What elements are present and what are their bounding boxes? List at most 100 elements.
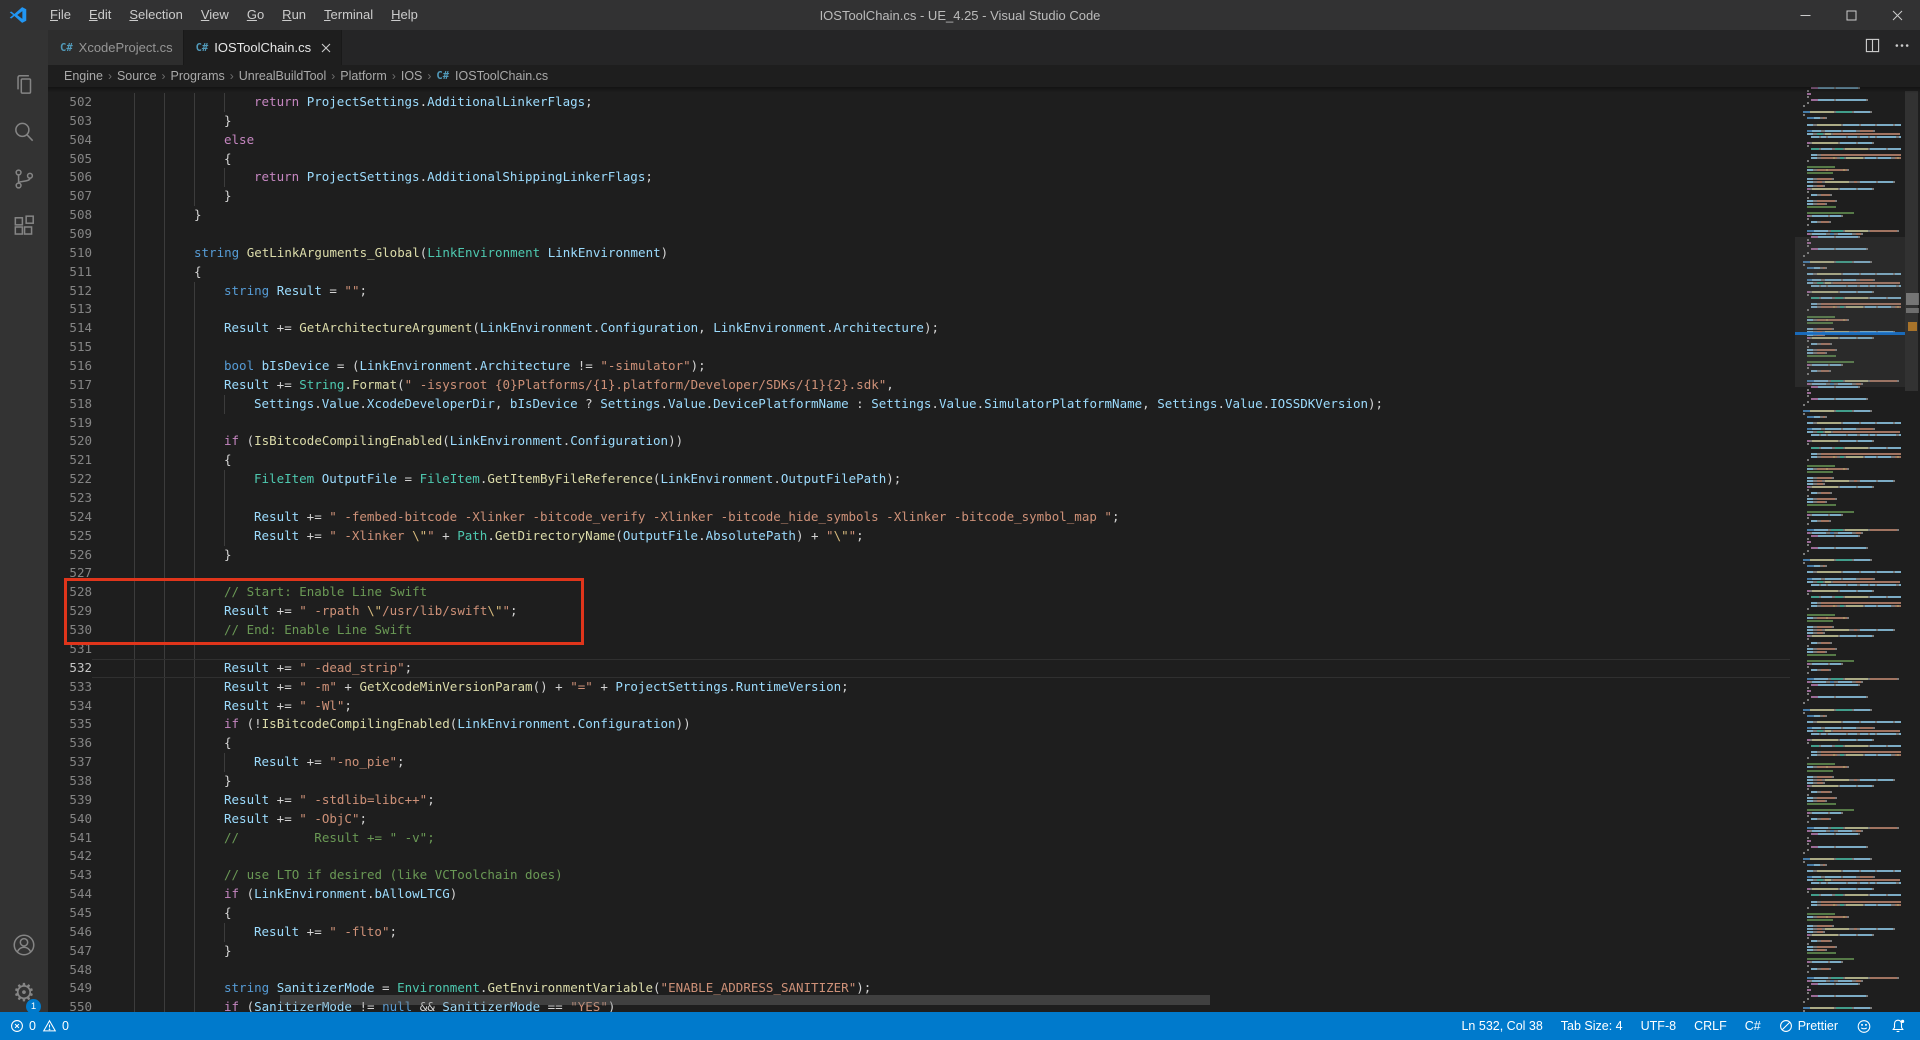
horizontal-scrollbar-thumb[interactable] — [280, 995, 1210, 1005]
indent-guide — [134, 942, 164, 961]
menu-help[interactable]: Help — [382, 0, 427, 30]
indent-guide — [224, 168, 254, 187]
indent-guide — [134, 414, 164, 433]
menu-run[interactable]: Run — [273, 0, 315, 30]
code-line-520[interactable]: 520if (IsBitcodeCompilingEnabled(LinkEnv… — [48, 432, 1795, 451]
settings-gear-icon[interactable]: ⚙ 1 — [0, 970, 48, 1016]
code-line-522[interactable]: 522FileItem OutputFile = FileItem.GetIte… — [48, 470, 1795, 489]
indent-guide — [134, 772, 164, 791]
breadcrumb-item[interactable]: Platform — [340, 69, 387, 83]
code-line-502[interactable]: 502return ProjectSettings.AdditionalLink… — [48, 93, 1795, 112]
minimap-slider[interactable] — [1795, 237, 1905, 387]
code-line-508[interactable]: 508} — [48, 206, 1795, 225]
code-line-512[interactable]: 512string Result = ""; — [48, 282, 1795, 301]
code-line-543[interactable]: 543// use LTO if desired (like VCToolcha… — [48, 866, 1795, 885]
menu-edit[interactable]: Edit — [80, 0, 120, 30]
code-line-513[interactable]: 513 — [48, 300, 1795, 319]
code-line-535[interactable]: 535if (!IsBitcodeCompilingEnabled(LinkEn… — [48, 715, 1795, 734]
code-line-515[interactable]: 515 — [48, 338, 1795, 357]
minimize-button[interactable] — [1782, 0, 1828, 30]
vertical-scrollbar-thumb[interactable] — [1905, 91, 1918, 391]
editor[interactable]: 502return ProjectSettings.AdditionalLink… — [48, 87, 1920, 1012]
code-line-541[interactable]: 541// Result += " -v"; — [48, 829, 1795, 848]
code-line-539[interactable]: 539Result += " -stdlib=libc++"; — [48, 791, 1795, 810]
code-line-514[interactable]: 514Result += GetArchitectureArgument(Lin… — [48, 319, 1795, 338]
menu-go[interactable]: Go — [238, 0, 273, 30]
indent-guide — [224, 395, 254, 414]
code-line-534[interactable]: 534Result += " -Wl"; — [48, 697, 1795, 716]
code-line-546[interactable]: 546Result += " -flto"; — [48, 923, 1795, 942]
chevron-right-icon: › — [230, 69, 234, 83]
tab-size[interactable]: Tab Size: 4 — [1561, 1019, 1623, 1033]
code-line-517[interactable]: 517Result += String.Format(" -isysroot {… — [48, 376, 1795, 395]
problems-errors[interactable]: 0 — [10, 1019, 36, 1033]
code-line-519[interactable]: 519 — [48, 414, 1795, 433]
code-line-511[interactable]: 511{ — [48, 263, 1795, 282]
breadcrumb-item[interactable]: Engine — [64, 69, 103, 83]
code-line-505[interactable]: 505{ — [48, 150, 1795, 169]
code-line-536[interactable]: 536{ — [48, 734, 1795, 753]
code-line-507[interactable]: 507} — [48, 187, 1795, 206]
breadcrumb-item[interactable]: IOS — [401, 69, 423, 83]
menu-view[interactable]: View — [192, 0, 238, 30]
indent-guide — [224, 923, 254, 942]
split-editor-icon[interactable] — [1865, 38, 1880, 58]
language-mode[interactable]: C# — [1745, 1019, 1761, 1033]
code-line-521[interactable]: 521{ — [48, 451, 1795, 470]
line-number: 526 — [48, 546, 92, 565]
code-line-506[interactable]: 506return ProjectSettings.AdditionalShip… — [48, 168, 1795, 187]
feedback-icon[interactable] — [1856, 1019, 1872, 1034]
code-line-518[interactable]: 518Settings.Value.XcodeDeveloperDir, bIs… — [48, 395, 1795, 414]
code-line-544[interactable]: 544if (LinkEnvironment.bAllowLTCG) — [48, 885, 1795, 904]
cursor-position[interactable]: Ln 532, Col 38 — [1461, 1019, 1542, 1033]
tab-iostoolchain.cs[interactable]: C#IOSToolChain.cs — [184, 30, 342, 65]
code-line-537[interactable]: 537Result += "-no_pie"; — [48, 753, 1795, 772]
encoding[interactable]: UTF-8 — [1641, 1019, 1676, 1033]
code-line-538[interactable]: 538} — [48, 772, 1795, 791]
code-line-547[interactable]: 547} — [48, 942, 1795, 961]
indent-guide — [194, 715, 224, 734]
code-line-524[interactable]: 524Result += " -fembed-bitcode -Xlinker … — [48, 508, 1795, 527]
problems-warnings[interactable]: 0 — [42, 1019, 69, 1033]
notifications-bell-icon[interactable] — [1890, 1018, 1906, 1034]
line-number: 509 — [48, 225, 92, 244]
code-line-509[interactable]: 509 — [48, 225, 1795, 244]
menu-file[interactable]: File — [41, 0, 80, 30]
code-line-525[interactable]: 525Result += " -Xlinker \"" + Path.GetDi… — [48, 527, 1795, 546]
code-line-545[interactable]: 545{ — [48, 904, 1795, 923]
minimap[interactable] — [1795, 87, 1905, 1012]
code-line-523[interactable]: 523 — [48, 489, 1795, 508]
code-line-503[interactable]: 503} — [48, 112, 1795, 131]
formatter-status[interactable]: Prettier — [1779, 1019, 1838, 1033]
code-line-516[interactable]: 516bool bIsDevice = (LinkEnvironment.Arc… — [48, 357, 1795, 376]
source-control-icon[interactable] — [0, 156, 48, 202]
more-actions-icon[interactable] — [1894, 38, 1910, 58]
code-line-526[interactable]: 526} — [48, 546, 1795, 565]
code-line-540[interactable]: 540Result += " -ObjC"; — [48, 810, 1795, 829]
tab-close-icon[interactable] — [321, 43, 331, 53]
explorer-icon[interactable] — [0, 62, 48, 108]
eol-sequence[interactable]: CRLF — [1694, 1019, 1727, 1033]
line-number: 512 — [48, 282, 92, 301]
maximize-button[interactable] — [1828, 0, 1874, 30]
code-line-542[interactable]: 542 — [48, 847, 1795, 866]
search-icon[interactable] — [0, 109, 48, 155]
breadcrumb-item[interactable]: C#IOSToolChain.cs — [436, 69, 548, 83]
extensions-icon[interactable] — [0, 204, 48, 250]
breadcrumb-item[interactable]: UnrealBuildTool — [239, 69, 327, 83]
menu-selection[interactable]: Selection — [120, 0, 191, 30]
account-icon[interactable] — [0, 922, 48, 968]
menu-terminal[interactable]: Terminal — [315, 0, 382, 30]
line-number: 533 — [48, 678, 92, 697]
code-line-533[interactable]: 533Result += " -m" + GetXcodeMinVersionP… — [48, 678, 1795, 697]
close-button[interactable] — [1874, 0, 1920, 30]
code-line-510[interactable]: 510string GetLinkArguments_Global(LinkEn… — [48, 244, 1795, 263]
tab-xcodeproject.cs[interactable]: C#XcodeProject.cs — [48, 30, 184, 65]
indent-guide — [134, 734, 164, 753]
breadcrumb-item[interactable]: Programs — [171, 69, 225, 83]
code-area[interactable]: 502return ProjectSettings.AdditionalLink… — [48, 93, 1795, 1012]
code-line-548[interactable]: 548 — [48, 961, 1795, 980]
error-icon — [10, 1019, 24, 1033]
breadcrumb-item[interactable]: Source — [117, 69, 157, 83]
code-line-504[interactable]: 504else — [48, 131, 1795, 150]
